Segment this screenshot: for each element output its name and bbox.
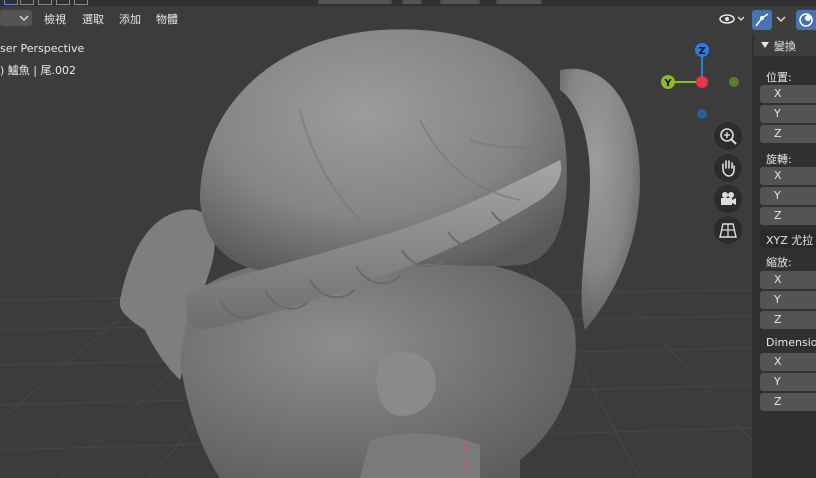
neg-y-axis-handle	[729, 77, 739, 87]
y-axis-label: Y	[663, 78, 672, 89]
transform-panel: 變換 位置: X Y Z 旋轉: X Y Z XYZ 尤拉 縮放: X Y Z …	[752, 34, 816, 478]
scale-y-label: Y	[774, 293, 781, 306]
scale-x-field[interactable]: X	[760, 271, 816, 289]
scale-z-field[interactable]: Z	[760, 311, 816, 329]
pivot-dropdown[interactable]	[402, 0, 422, 4]
3d-viewport[interactable]	[0, 0, 752, 478]
view-name: ser Perspective	[0, 42, 85, 55]
menu-view[interactable]: 檢視	[44, 11, 66, 27]
location-x-field[interactable]: X	[760, 85, 816, 103]
gizmo-icon	[755, 13, 769, 27]
x-axis-handle	[696, 76, 708, 88]
transform-panel-header[interactable]: 變換	[754, 34, 816, 56]
viewport-header: 檢視 選取 添加 物體	[0, 0, 816, 38]
chevron-down-icon	[19, 15, 29, 21]
rotation-mode-value: XYZ 尤拉	[766, 234, 814, 247]
location-y-label: Y	[774, 107, 781, 120]
dimensions-y-field[interactable]: Y	[760, 373, 816, 391]
scale-z-label: Z	[774, 313, 782, 326]
sculpt-model	[119, 29, 640, 478]
select-mode-icon-5[interactable]	[74, 0, 88, 5]
gizmo-dropdown[interactable]	[774, 12, 788, 26]
visibility-dropdown[interactable]	[717, 10, 747, 28]
location-z-field[interactable]: Z	[760, 125, 816, 143]
location-y-field[interactable]: Y	[760, 105, 816, 123]
rotation-x-field[interactable]: X	[760, 167, 816, 185]
menu-add[interactable]: 添加	[119, 11, 141, 27]
zoom-button[interactable]	[714, 122, 742, 150]
dimensions-y-label: Y	[774, 375, 781, 388]
chevron-down-icon	[776, 16, 786, 22]
camera-icon	[721, 192, 736, 205]
rotation-label: 旋轉:	[766, 153, 792, 166]
dimensions-z-field[interactable]: Z	[760, 393, 816, 411]
pan-button[interactable]	[714, 154, 742, 182]
location-label: 位置:	[766, 71, 792, 84]
select-mode-icon-2[interactable]	[20, 0, 34, 5]
scale-x-label: X	[774, 273, 782, 286]
panel-section-title: 變換	[774, 40, 796, 53]
ortho-toggle-button[interactable]	[714, 216, 742, 244]
eye-icon	[719, 14, 745, 24]
menu-select[interactable]: 選取	[82, 11, 104, 27]
rotation-y-label: Y	[774, 189, 781, 202]
grid-icon	[719, 223, 737, 238]
z-axis-label: Z	[698, 46, 705, 57]
rotation-z-label: Z	[774, 209, 782, 222]
snap-toggle[interactable]	[440, 0, 480, 4]
rotation-mode-select[interactable]: XYZ 尤拉	[760, 230, 816, 248]
camera-view-button[interactable]	[714, 185, 742, 213]
menu-object[interactable]: 物體	[156, 11, 178, 27]
navigation-gizmo[interactable]: Z Y	[658, 40, 748, 120]
mode-dropdown[interactable]	[0, 10, 32, 26]
orientation-dropdown[interactable]	[318, 0, 392, 4]
object-info: ) 鱸魚 | 尾.002	[0, 64, 76, 77]
select-mode-icon-4[interactable]	[56, 0, 70, 5]
proportional-edit-toggle[interactable]	[496, 0, 542, 4]
overlay-toggle[interactable]	[796, 10, 816, 30]
gizmo-toggle[interactable]	[752, 10, 772, 30]
select-mode-icon-3[interactable]	[38, 0, 52, 5]
select-mode-icon[interactable]	[4, 0, 18, 5]
scale-label: 縮放:	[766, 256, 792, 269]
dimensions-label: Dimension	[766, 336, 816, 349]
overlay-icon	[799, 13, 813, 27]
collapse-arrow-icon	[761, 42, 769, 48]
rotation-x-label: X	[774, 169, 782, 182]
zoom-icon	[720, 128, 737, 145]
neg-z-axis-handle	[697, 109, 707, 119]
location-x-label: X	[774, 87, 782, 100]
dimensions-x-label: X	[774, 355, 782, 368]
scale-y-field[interactable]: Y	[760, 291, 816, 309]
rotation-z-field[interactable]: Z	[760, 207, 816, 225]
rotation-y-field[interactable]: Y	[760, 187, 816, 205]
hand-icon	[722, 160, 735, 177]
dimensions-x-field[interactable]: X	[760, 353, 816, 371]
dimensions-z-label: Z	[774, 395, 782, 408]
location-z-label: Z	[774, 127, 782, 140]
